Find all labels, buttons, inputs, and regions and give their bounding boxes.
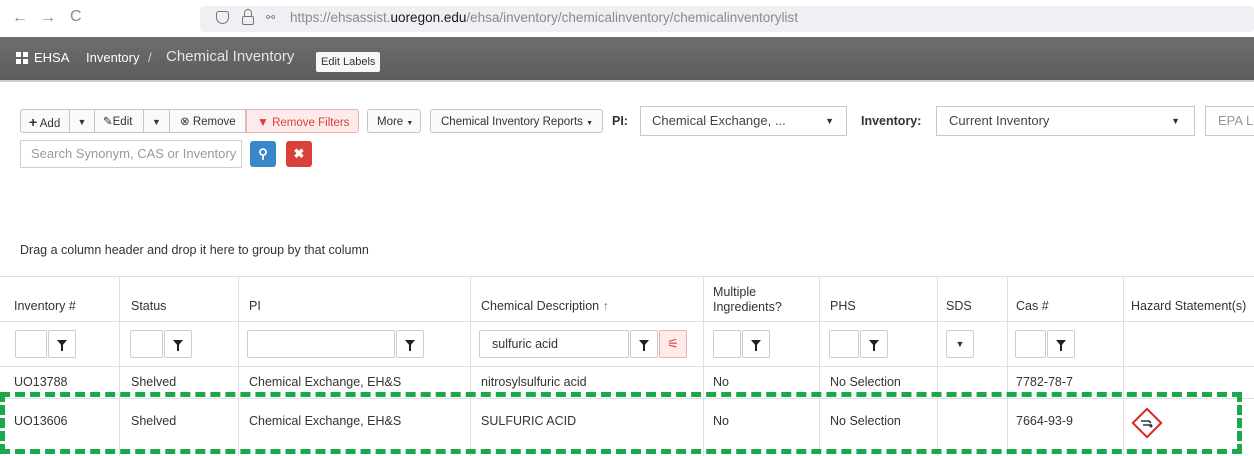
back-button[interactable]: ← (12, 9, 28, 27)
epa-select[interactable]: EPA L (1205, 106, 1254, 136)
pencil-icon: ✎ (103, 116, 113, 128)
edit-button[interactable]: ✎Edit (94, 109, 144, 133)
funnel-icon: ▼ (257, 115, 269, 129)
cell-pi: Chemical Exchange, EH&S (249, 375, 402, 389)
cell-inventory: UO13788 (14, 375, 68, 389)
search-icon: ⚲ (258, 146, 268, 161)
cell-status: Shelved (131, 375, 177, 389)
pi-select[interactable]: Chemical Exchange, ... ▼ (640, 106, 847, 136)
chemical-inventory-reports-button[interactable]: Chemical Inventory Reports ▼ (430, 109, 603, 133)
chevron-down-icon: ▼ (955, 339, 965, 349)
reload-button[interactable]: C (70, 8, 82, 26)
funnel-icon (869, 340, 879, 351)
close-icon: ✖ (293, 146, 305, 161)
column-header-multiple-line2[interactable]: Ingredients? (713, 300, 782, 314)
filter-input-description[interactable]: sulfuric acid (479, 330, 629, 358)
clear-search-button[interactable]: ✖ (286, 141, 312, 167)
funnel-icon (57, 340, 67, 351)
group-hint: Drag a column header and drop it here to… (20, 243, 369, 257)
plus-icon: + (29, 114, 38, 130)
cell-multiple: No (713, 375, 729, 389)
funnel-icon (639, 340, 649, 351)
funnel-icon (1056, 340, 1066, 351)
grid-icon (16, 52, 28, 64)
sort-ascending-icon: ↑ (602, 299, 609, 313)
remove-circle-icon: ⊗ (180, 116, 190, 128)
remove-filters-button[interactable]: ▼ Remove Filters (246, 109, 359, 133)
funnel-icon (405, 340, 415, 351)
filter-button-phs[interactable] (860, 330, 888, 358)
filter-button-cas[interactable] (1047, 330, 1075, 358)
cell-phs: No Selection (830, 375, 901, 389)
column-header-hazard[interactable]: Hazard Statement(s) (1131, 299, 1246, 313)
inventory-label: Inventory: (861, 114, 922, 128)
highlight-annotation (0, 392, 1242, 454)
chevron-down-icon: ▼ (406, 120, 414, 127)
permissions-icon[interactable]: ⚯ (266, 11, 275, 24)
filter-button-pi[interactable] (396, 330, 424, 358)
cell-cas: 7782-78-7 (1016, 375, 1073, 389)
url-text[interactable]: https://ehsassist.uoregon.edu/ehsa/inven… (290, 10, 798, 25)
breadcrumb-separator: / (148, 50, 152, 65)
add-button[interactable]: + Add (20, 109, 70, 133)
search-button[interactable]: ⚲ (250, 141, 276, 167)
header-divider (0, 80, 1254, 82)
chevron-down-icon: ▼ (825, 116, 834, 126)
chevron-down-icon: ▼ (1171, 116, 1180, 126)
clear-filter-icon: ⚟ (667, 336, 679, 351)
header-bottom-border (0, 321, 1254, 322)
chevron-down-icon: ▼ (77, 117, 87, 127)
chevron-down-icon: ▼ (586, 120, 594, 127)
column-header-sds[interactable]: SDS (946, 299, 972, 313)
brand-link[interactable]: EHSA (34, 50, 69, 65)
header-top-border (0, 276, 1254, 277)
column-header-multiple-line1[interactable]: Multiple (713, 285, 756, 299)
column-header-description[interactable]: Chemical Description ↑ (481, 299, 609, 313)
lock-icon[interactable] (242, 9, 254, 25)
cell-description: nitrosylsulfuric acid (481, 375, 587, 389)
shield-icon[interactable] (216, 11, 229, 24)
filter-input-pi[interactable] (247, 330, 395, 358)
chevron-down-icon: ▼ (152, 117, 161, 127)
filter-button-inventory[interactable] (48, 330, 76, 358)
edit-labels-button[interactable]: Edit Labels (316, 52, 381, 72)
page-title: Chemical Inventory (166, 48, 295, 65)
filter-input-cas[interactable] (1015, 330, 1046, 358)
forward-button[interactable]: → (40, 9, 56, 27)
column-header-inventory[interactable]: Inventory # (14, 299, 76, 313)
filter-button-multiple[interactable] (742, 330, 770, 358)
filter-input-status[interactable] (130, 330, 163, 358)
column-header-pi[interactable]: PI (249, 299, 261, 313)
pi-label: PI: (612, 114, 628, 128)
add-dropdown-toggle[interactable]: ▼ (69, 109, 95, 133)
column-header-phs[interactable]: PHS (830, 299, 856, 313)
search-input[interactable]: Search Synonym, CAS or Inventory (20, 140, 242, 168)
column-header-status[interactable]: Status (131, 299, 166, 313)
filter-select-sds[interactable]: ▼ (946, 330, 974, 358)
remove-button[interactable]: ⊗ Remove (169, 109, 246, 133)
funnel-icon (751, 340, 761, 351)
funnel-icon (173, 340, 183, 351)
more-button[interactable]: More ▼ (367, 109, 421, 133)
breadcrumb-inventory[interactable]: Inventory (86, 50, 139, 65)
filter-input-phs[interactable] (829, 330, 859, 358)
filter-button-status[interactable] (164, 330, 192, 358)
column-header-cas[interactable]: Cas # (1016, 299, 1049, 313)
clear-filter-description[interactable]: ⚟ (659, 330, 687, 358)
edit-dropdown-toggle[interactable]: ▼ (143, 109, 170, 133)
inventory-select[interactable]: Current Inventory ▼ (936, 106, 1195, 136)
filter-input-inventory[interactable] (15, 330, 47, 358)
filter-input-multiple[interactable] (713, 330, 741, 358)
filter-button-description[interactable] (630, 330, 658, 358)
